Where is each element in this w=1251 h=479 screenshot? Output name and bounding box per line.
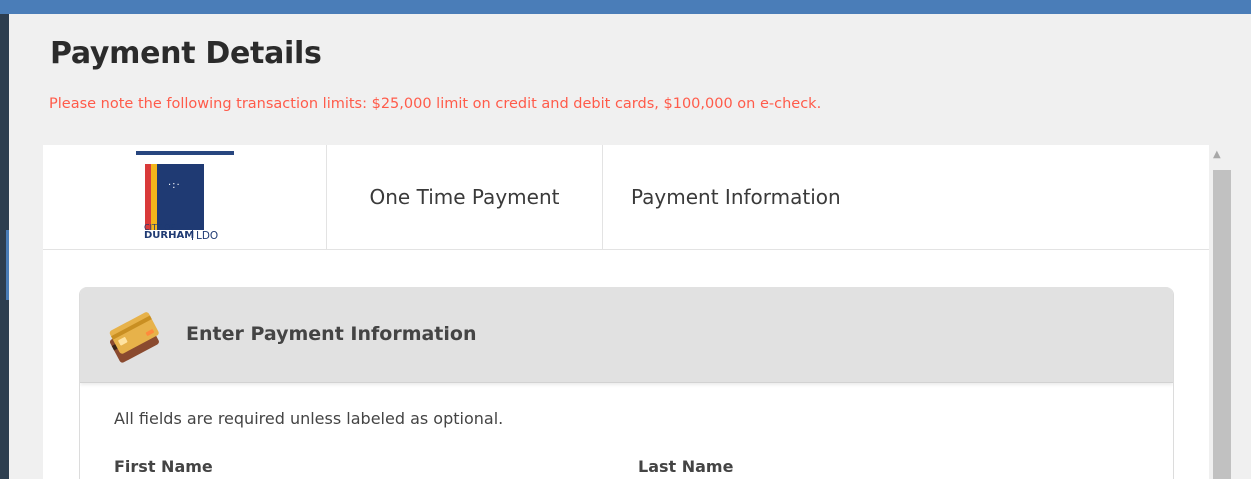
city-of-durham-logo: ·:· CITY OF DURHAM LDO — [136, 151, 234, 243]
payment-steps-header: ·:· CITY OF DURHAM LDO One Time Payment … — [43, 145, 1209, 250]
page-title: Payment Details — [50, 36, 322, 71]
logo-navy-block — [157, 164, 204, 230]
left-rail-active-indicator — [6, 230, 9, 300]
scrollbar-thumb[interactable] — [1213, 170, 1231, 479]
transaction-limits-notice: Please note the following transaction li… — [49, 96, 822, 112]
payment-information-card: Enter Payment Information All fields are… — [79, 287, 1174, 479]
card-header: Enter Payment Information — [80, 287, 1173, 383]
step-payment-information[interactable]: Payment Information — [603, 145, 1031, 249]
required-fields-note: All fields are required unless labeled a… — [114, 409, 504, 428]
credit-card-icon — [109, 312, 159, 363]
last-name-label: Last Name — [638, 457, 734, 476]
logo-durham: DURHAM — [144, 230, 195, 241]
card-title: Enter Payment Information — [186, 323, 477, 345]
first-name-label: First Name — [114, 457, 213, 476]
logo-separator — [192, 230, 193, 240]
logo-cell: ·:· CITY OF DURHAM LDO — [43, 145, 327, 249]
logo-dots-icon: ·:· — [168, 180, 181, 191]
step-one-time-payment[interactable]: One Time Payment — [327, 145, 603, 249]
top-accent-bar — [0, 0, 1251, 14]
scroll-up-arrow-icon[interactable]: ▲ — [1213, 150, 1221, 160]
logo-top-line — [136, 151, 234, 155]
logo-ldo: LDO — [196, 230, 219, 242]
logo-wordmark: CITY OF DURHAM — [144, 224, 195, 241]
